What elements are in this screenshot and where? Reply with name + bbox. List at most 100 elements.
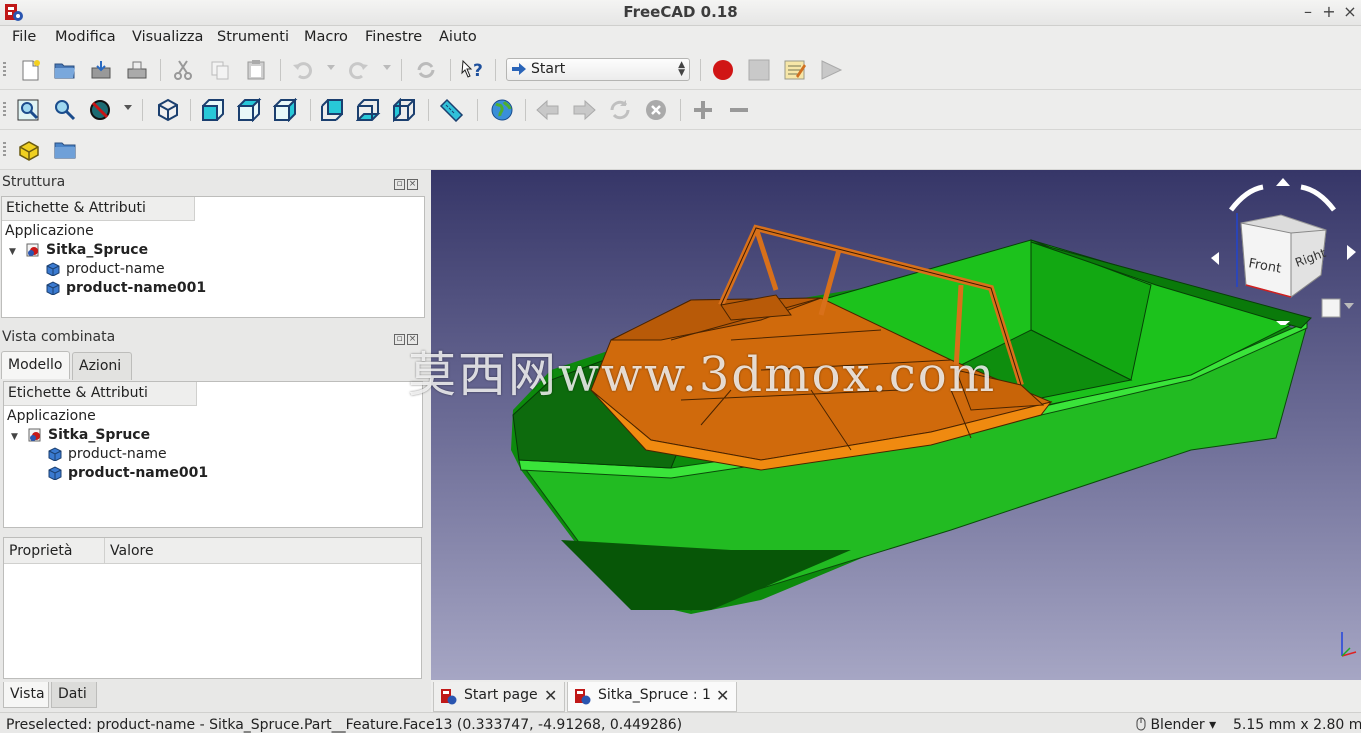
left-view-icon[interactable] — [392, 97, 418, 123]
forward-icon[interactable] — [571, 98, 597, 122]
measure-icon[interactable] — [438, 98, 464, 123]
property-editor[interactable]: Proprietà Valore — [3, 537, 422, 679]
view-toolbar — [0, 90, 1361, 130]
menu-bar: File Modifica Visualizza Strumenti Macro… — [0, 26, 1361, 50]
float-panel-icon[interactable]: ▫ — [394, 179, 405, 190]
toolbar-separator — [280, 59, 281, 81]
tree-item-product-name001[interactable]: product-name001 — [66, 280, 206, 296]
tab-dati[interactable]: Dati — [51, 682, 97, 708]
macro-record-icon[interactable] — [710, 58, 736, 82]
tree-document-label[interactable]: Sitka_Spruce — [48, 427, 150, 443]
toolbar-separator — [160, 59, 161, 81]
toolbar-separator — [680, 99, 681, 121]
struttura-tree[interactable]: Etichette & Attributi Applicazione ▼ Sit… — [1, 196, 425, 318]
close-tab-icon[interactable]: ✕ — [716, 686, 729, 705]
toolbar-separator — [428, 99, 429, 121]
tree-column-header[interactable]: Etichette & Attributi — [2, 197, 195, 221]
close-panel-icon[interactable]: × — [407, 179, 418, 190]
expand-arrow-icon[interactable]: ▼ — [9, 247, 16, 257]
maximize-button[interactable]: + — [1320, 2, 1338, 21]
menu-aiuto[interactable]: Aiuto — [439, 29, 477, 45]
tab-sitka-spruce[interactable]: Sitka_Spruce : 1 ✕ — [567, 682, 737, 712]
value-column-header[interactable]: Valore — [104, 538, 421, 564]
toolbar-grip[interactable] — [3, 142, 6, 158]
tab-vista[interactable]: Vista — [3, 682, 49, 708]
toolbar-separator — [310, 99, 311, 121]
tree-root-label[interactable]: Applicazione — [5, 223, 94, 239]
toolbar-separator — [142, 99, 143, 121]
toolbar-grip[interactable] — [3, 102, 6, 118]
tree-item-product-name001[interactable]: product-name001 — [68, 465, 208, 481]
document-icon — [28, 428, 41, 442]
create-part-icon[interactable] — [16, 138, 42, 162]
draw-style-dropdown-icon[interactable] — [124, 105, 132, 110]
top-view-icon[interactable] — [236, 97, 263, 123]
save-as-icon[interactable] — [124, 58, 150, 82]
undo-icon[interactable] — [290, 58, 316, 82]
whats-this-icon[interactable]: ? — [459, 58, 485, 82]
web-icon[interactable] — [489, 98, 515, 122]
tree-item-product-name[interactable]: product-name — [66, 261, 165, 277]
close-window-button[interactable]: × — [1341, 2, 1359, 21]
zoom-in-icon[interactable] — [690, 98, 716, 122]
paste-icon[interactable] — [243, 58, 269, 82]
rear-view-icon[interactable] — [320, 98, 346, 122]
expand-arrow-icon[interactable]: ▼ — [11, 432, 18, 442]
minimize-button[interactable]: – — [1299, 2, 1317, 21]
isometric-icon[interactable] — [155, 98, 181, 122]
open-icon[interactable] — [52, 58, 78, 82]
bottom-view-icon[interactable] — [355, 98, 382, 122]
menu-strumenti[interactable]: Strumenti — [217, 29, 289, 45]
draw-style-icon[interactable] — [88, 98, 114, 122]
web-refresh-icon[interactable] — [607, 98, 633, 122]
part-cube-icon — [48, 447, 62, 461]
part-cube-icon — [46, 281, 60, 295]
structure-toolbar — [0, 130, 1361, 170]
tab-azioni[interactable]: Azioni — [72, 352, 132, 380]
part-cube-icon — [48, 466, 62, 480]
undo-dropdown-icon[interactable] — [327, 65, 335, 70]
macro-stop-icon[interactable] — [746, 58, 772, 82]
property-column-header[interactable]: Proprietà — [4, 538, 104, 564]
tree-item-product-name[interactable]: product-name — [68, 446, 167, 462]
menu-modifica[interactable]: Modifica — [55, 29, 116, 45]
tree-document-label[interactable]: Sitka_Spruce — [46, 242, 148, 258]
front-view-icon[interactable] — [201, 98, 227, 122]
tree-root-label[interactable]: Applicazione — [7, 408, 96, 424]
save-icon[interactable] — [88, 58, 114, 82]
new-document-icon[interactable] — [17, 58, 43, 82]
document-tab-bar: Start page ✕ Sitka_Spruce : 1 ✕ — [431, 680, 1361, 712]
cut-icon[interactable] — [170, 58, 196, 82]
menu-finestre[interactable]: Finestre — [365, 29, 422, 45]
navigation-cube[interactable]: Front Right — [1201, 175, 1361, 325]
float-panel-icon[interactable]: ▫ — [394, 334, 405, 345]
redo-icon[interactable] — [345, 58, 371, 82]
back-icon[interactable] — [535, 98, 561, 122]
toolbar-separator — [190, 99, 191, 121]
nav-down-arrow-icon — [1276, 321, 1290, 325]
web-stop-icon[interactable] — [643, 98, 669, 122]
menu-macro[interactable]: Macro — [304, 29, 348, 45]
copy-icon[interactable] — [207, 58, 233, 82]
workbench-selector[interactable]: Start ▲ ▼ — [506, 58, 690, 81]
model-tree[interactable]: Etichette & Attributi Applicazione ▼ Sit… — [3, 381, 423, 528]
menu-visualizza[interactable]: Visualizza — [132, 29, 203, 45]
3d-viewport[interactable]: Front Right — [431, 170, 1361, 680]
macro-run-icon[interactable] — [818, 58, 844, 82]
freecad-logo-icon — [441, 689, 457, 705]
menu-file[interactable]: File — [12, 29, 36, 45]
close-tab-icon[interactable]: ✕ — [544, 686, 557, 705]
tab-modello[interactable]: Modello — [1, 351, 70, 379]
navigation-style-button[interactable]: Blender ▾ — [1136, 717, 1216, 733]
tab-start-page[interactable]: Start page ✕ — [433, 682, 565, 712]
fit-all-icon[interactable] — [16, 98, 42, 122]
tree-column-header[interactable]: Etichette & Attributi — [4, 382, 197, 406]
refresh-icon[interactable] — [413, 58, 439, 82]
right-view-icon[interactable] — [272, 97, 299, 123]
toolbar-grip[interactable] — [3, 62, 6, 78]
create-group-icon[interactable] — [52, 138, 78, 162]
macro-edit-icon[interactable] — [782, 58, 808, 82]
redo-dropdown-icon[interactable] — [383, 65, 391, 70]
zoom-out-icon[interactable] — [726, 98, 752, 122]
fit-selection-icon[interactable] — [52, 98, 78, 122]
